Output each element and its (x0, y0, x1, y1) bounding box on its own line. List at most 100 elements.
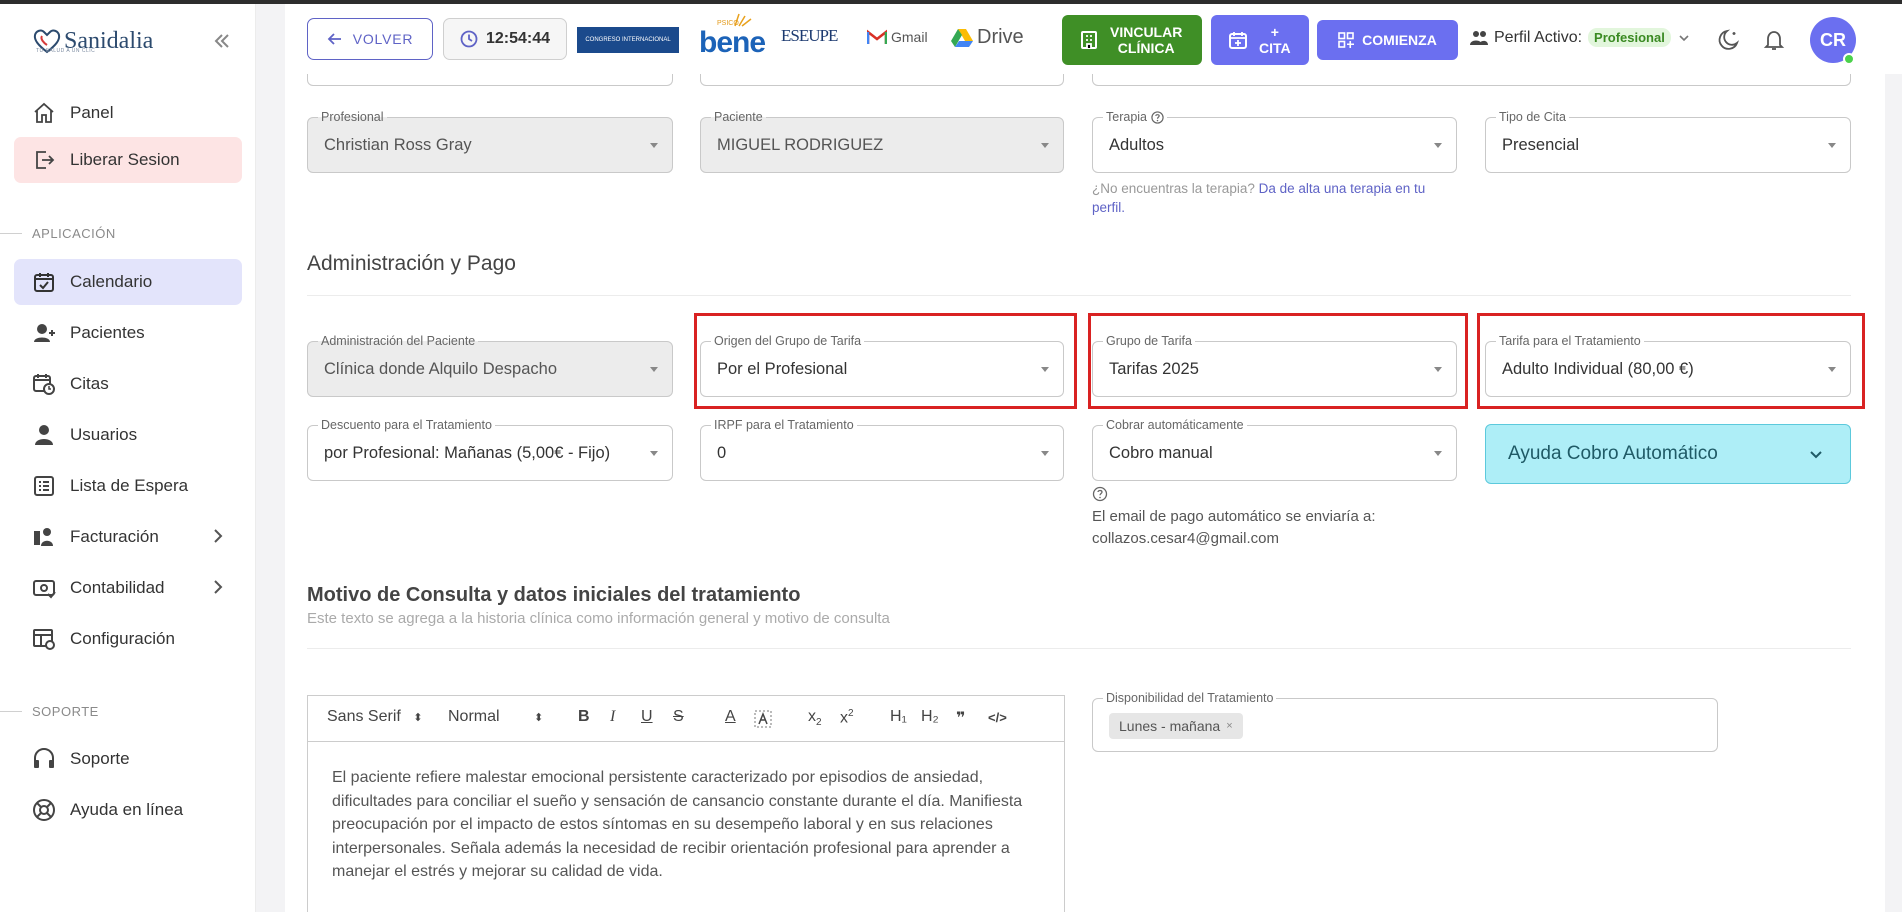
underline-button[interactable]: U (641, 708, 653, 726)
drive-icon (951, 28, 973, 47)
heading2-button[interactable]: H₂ (921, 708, 939, 726)
psicobene-logo[interactable]: PSICO bene (695, 13, 766, 59)
paciente-label: Paciente (711, 109, 766, 125)
disponibilidad-multiselect[interactable]: Disponibilidad del Tratamiento Lunes - m… (1092, 690, 1718, 752)
profile-badge: Profesional (1588, 28, 1671, 47)
sidebar-item-logout[interactable]: Liberar Sesion (14, 137, 242, 183)
heading1-button[interactable]: H₁ (890, 708, 907, 726)
sidebar-item-panel[interactable]: Panel (14, 90, 242, 136)
sidebar-item-contabilidad[interactable]: Contabilidad (14, 565, 242, 611)
sidebar-item-pacientes[interactable]: Pacientes (14, 310, 242, 356)
arrow-left-icon (327, 33, 341, 45)
top-border (0, 0, 1902, 4)
terapia-select[interactable]: Terapia Adultos (1092, 109, 1457, 173)
strike-button[interactable]: S (673, 708, 684, 726)
cobrar-label: Cobrar automáticamente (1103, 417, 1247, 433)
sidebar-item-label: Configuración (70, 629, 175, 648)
dropdown-caret-icon (650, 367, 658, 372)
vincular-clinica-text: VINCULAR CLÍNICA (1110, 24, 1182, 56)
updown-icon: ⬍ (534, 712, 544, 724)
superscript-button[interactable]: x2 (840, 708, 854, 727)
descuento-label: Descuento para el Tratamiento (318, 417, 495, 433)
help-circle-icon[interactable] (1092, 486, 1108, 502)
terapia-help-link-1: Da de alta una terapia en tu (1258, 181, 1426, 196)
drive-link[interactable]: Drive (951, 26, 1024, 49)
italic-button[interactable]: I (610, 708, 615, 726)
notifications-bell-icon[interactable] (1762, 28, 1786, 52)
email-note-line-1: El email de pago automático se enviaría … (1092, 508, 1376, 525)
eseupe-logo[interactable]: ESEUPE (781, 26, 838, 46)
profile-selector[interactable]: Perfil Activo: Profesional (1470, 28, 1691, 47)
dropdown-caret-icon (1828, 143, 1836, 148)
section-label-app: APLICACIÓN (0, 224, 256, 242)
sidebar-item-lista-espera[interactable]: Lista de Espera (14, 463, 242, 509)
terapia-value: Adultos (1109, 136, 1165, 154)
terapia-label-wrap: Terapia (1103, 109, 1167, 125)
patient-icon (34, 324, 55, 342)
dropdown-caret-icon (1434, 451, 1442, 456)
rich-text-editor[interactable]: Sans Serif ⬍ Normal ⬍ B I U S A x2 x2 H₁… (307, 695, 1065, 912)
collapse-sidebar-button[interactable] (210, 31, 234, 55)
sidebar-item-facturacion[interactable]: Facturación (14, 514, 242, 560)
tipo-cita-value: Presencial (1502, 136, 1580, 154)
headset-icon (34, 747, 54, 768)
irpf-label: IRPF para el Tratamiento (711, 417, 857, 433)
back-button[interactable]: VOLVER (307, 18, 433, 60)
blockquote-button[interactable]: ❞ (956, 708, 965, 728)
sidebar-item-calendario[interactable]: Calendario (14, 259, 242, 305)
paciente-value: MIGUEL RODRIGUEZ (717, 136, 884, 154)
comienza-button[interactable]: COMIENZA (1317, 20, 1458, 60)
dropdown-caret-icon (1434, 143, 1442, 148)
cobrar-select[interactable]: Cobrar automáticamente Cobro manual (1092, 417, 1457, 481)
sidebar: Sanidalia TU SALUD A UN CLIC Panel Liber… (0, 4, 256, 912)
divider (307, 648, 1851, 649)
chip-remove-icon[interactable]: × (1226, 720, 1232, 732)
bold-button[interactable]: B (578, 708, 590, 726)
text-color-button[interactable]: A (725, 708, 736, 726)
descuento-select[interactable]: Descuento para el Tratamiento por Profes… (307, 417, 673, 481)
vincular-clinica-button[interactable]: VINCULAR CLÍNICA (1062, 15, 1202, 65)
irpf-select[interactable]: IRPF para el Tratamiento 0 (700, 417, 1064, 481)
tipo-cita-select[interactable]: Tipo de Cita Presencial (1485, 109, 1851, 173)
editor-toolbar: Sans Serif ⬍ Normal ⬍ B I U S A x2 x2 H₁… (308, 696, 1064, 742)
admin-section-title: Administración y Pago (307, 252, 516, 275)
sidebar-item-soporte[interactable]: Soporte (14, 736, 242, 782)
help-circle-icon[interactable] (1151, 111, 1164, 124)
new-appointment-button[interactable]: + CITA (1211, 15, 1309, 65)
font-family-select[interactable]: Sans Serif ⬍ (327, 708, 422, 726)
dark-mode-icon[interactable] (1717, 28, 1741, 52)
tipo-cita-label: Tipo de Cita (1496, 109, 1569, 125)
code-block-button[interactable]: </> (988, 710, 1007, 725)
congreso-logo[interactable]: CONGRESO INTERNACIONAL (577, 27, 679, 53)
congreso-logo-text: CONGRESO INTERNACIONAL (585, 36, 671, 43)
user-icon (35, 425, 53, 445)
administracion-select[interactable]: Administración del Paciente Clínica dond… (307, 333, 673, 397)
psicobene-logo-text: bene (699, 26, 766, 59)
gmail-label: Gmail (891, 29, 928, 45)
sidebar-item-citas[interactable]: Citas (14, 361, 242, 407)
profesional-select[interactable]: Profesional Christian Ross Gray (307, 109, 673, 173)
sidebar-item-ayuda[interactable]: Ayuda en línea (14, 787, 242, 833)
vincular-line-2: CLÍNICA (1117, 40, 1175, 56)
clock-value: 12:54:44 (485, 30, 551, 47)
ayuda-cobro-accordion[interactable]: Ayuda Cobro Automático (1485, 424, 1851, 484)
settings-icon (33, 629, 55, 650)
subscript-button[interactable]: x2 (808, 708, 822, 728)
disponibilidad-label: Disponibilidad del Tratamiento (1103, 690, 1277, 706)
session-clock: 12:54:44 (443, 18, 567, 60)
billing-icon (34, 528, 53, 546)
gmail-link[interactable]: Gmail (867, 29, 928, 45)
sidebar-item-usuarios[interactable]: Usuarios (14, 412, 242, 458)
sidebar-item-configuracion[interactable]: Configuración (14, 616, 242, 662)
font-size-select[interactable]: Normal ⬍ (448, 708, 543, 726)
paciente-select[interactable]: Paciente MIGUEL RODRIGUEZ (700, 109, 1064, 173)
motivo-text[interactable]: El paciente refiere malestar emocional p… (332, 766, 1042, 884)
dropdown-caret-icon (650, 451, 658, 456)
sidebar-item-label: Usuarios (70, 425, 138, 444)
background-color-icon[interactable] (754, 710, 772, 728)
logout-icon (36, 151, 55, 169)
chevron-down-icon (1810, 451, 1822, 459)
disponibilidad-chip[interactable]: Lunes - mañana × (1109, 713, 1243, 739)
irpf-value: 0 (717, 444, 727, 462)
terapia-help-prefix: ¿No encuentras la terapia? (1092, 181, 1255, 196)
